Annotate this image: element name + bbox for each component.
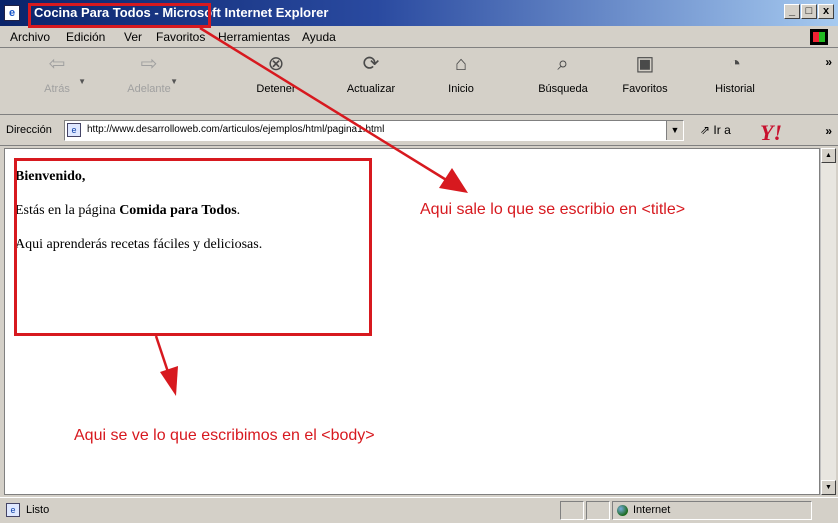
body-arrow-line	[154, 335, 170, 373]
title-annotation-text: Aqui sale lo que se escribio en <title>	[420, 201, 686, 218]
body-arrow-head	[160, 366, 178, 396]
body-annotation-text: Aqui se ve lo que escribimos en el <body…	[74, 427, 375, 444]
title-arrow-line	[199, 26, 449, 183]
title-arrow-head	[439, 168, 468, 193]
